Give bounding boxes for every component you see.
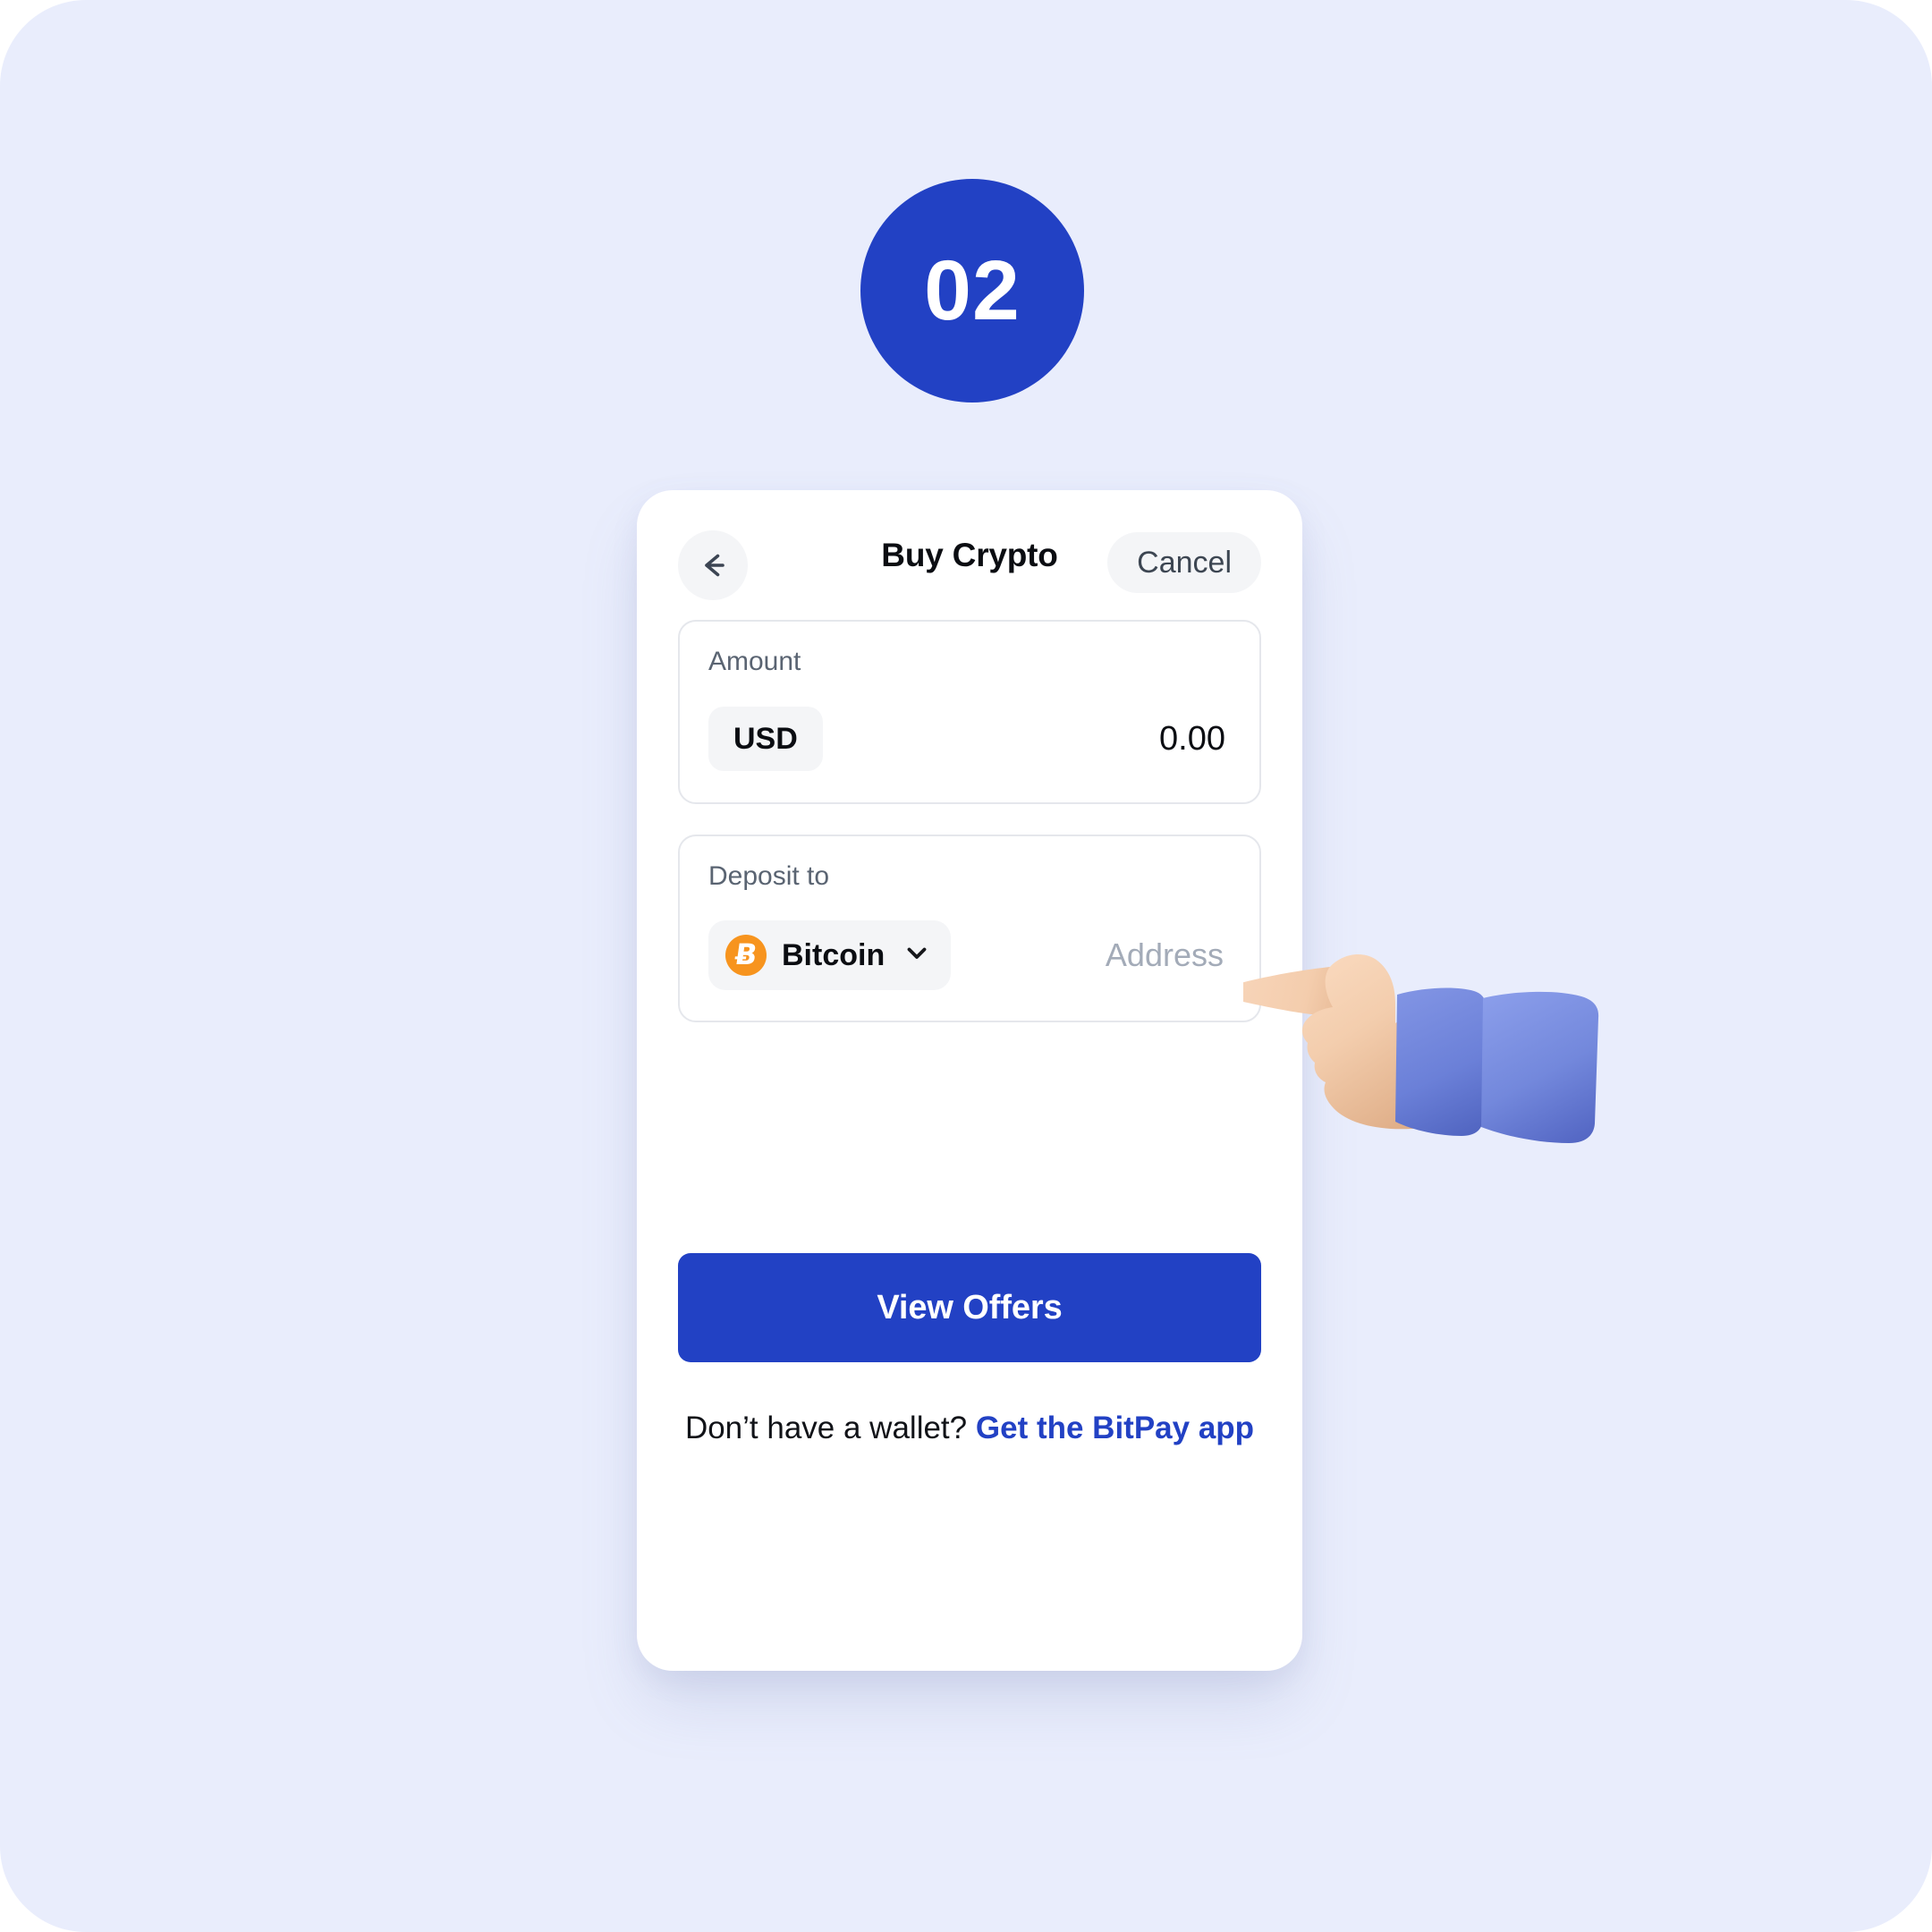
amount-row: USD 0.00	[708, 706, 1231, 772]
arrow-left-icon	[695, 547, 731, 583]
phone-card: Buy Crypto Cancel Amount USD 0.00 Deposi…	[637, 490, 1302, 1671]
hand-fist	[1301, 954, 1451, 1130]
page-root: 02 Buy Crypto Cancel Amount USD 0.00 Dep…	[0, 0, 1932, 1932]
page-title: Buy Crypto	[881, 536, 1058, 573]
wallet-footer: Don’t have a wallet? Get the BitPay app	[678, 1412, 1261, 1444]
back-button[interactable]	[678, 530, 748, 600]
bitcoin-icon: Ƀ	[725, 935, 767, 976]
sleeve-inner	[1395, 987, 1487, 1136]
currency-selector[interactable]: USD	[708, 707, 823, 771]
asset-name-label: Bitcoin	[782, 938, 886, 972]
sleeve-outer	[1481, 991, 1599, 1143]
step-badge-number: 02	[924, 242, 1021, 338]
amount-field-card: Amount USD 0.00	[678, 620, 1261, 804]
deposit-label: Deposit to	[708, 861, 830, 891]
view-offers-button[interactable]: View Offers	[678, 1253, 1261, 1362]
amount-input[interactable]: 0.00	[1159, 722, 1231, 756]
amount-label: Amount	[708, 647, 801, 676]
card-spacer	[678, 1022, 1261, 1253]
get-bitpay-app-link[interactable]: Get the BitPay app	[976, 1411, 1254, 1445]
cancel-button[interactable]: Cancel	[1107, 532, 1261, 593]
wallet-footer-text: Don’t have a wallet?	[684, 1411, 968, 1445]
chevron-down-icon	[902, 939, 931, 972]
step-badge: 02	[860, 179, 1084, 402]
card-header: Buy Crypto Cancel	[678, 490, 1261, 620]
deposit-row: Ƀ Bitcoin Address	[708, 920, 1231, 990]
deposit-field-card: Deposit to Ƀ Bitcoin Address	[678, 835, 1261, 1022]
asset-selector[interactable]: Ƀ Bitcoin	[708, 920, 952, 990]
bitcoin-glyph: Ƀ	[733, 937, 759, 971]
address-input[interactable]: Address	[1106, 939, 1231, 971]
